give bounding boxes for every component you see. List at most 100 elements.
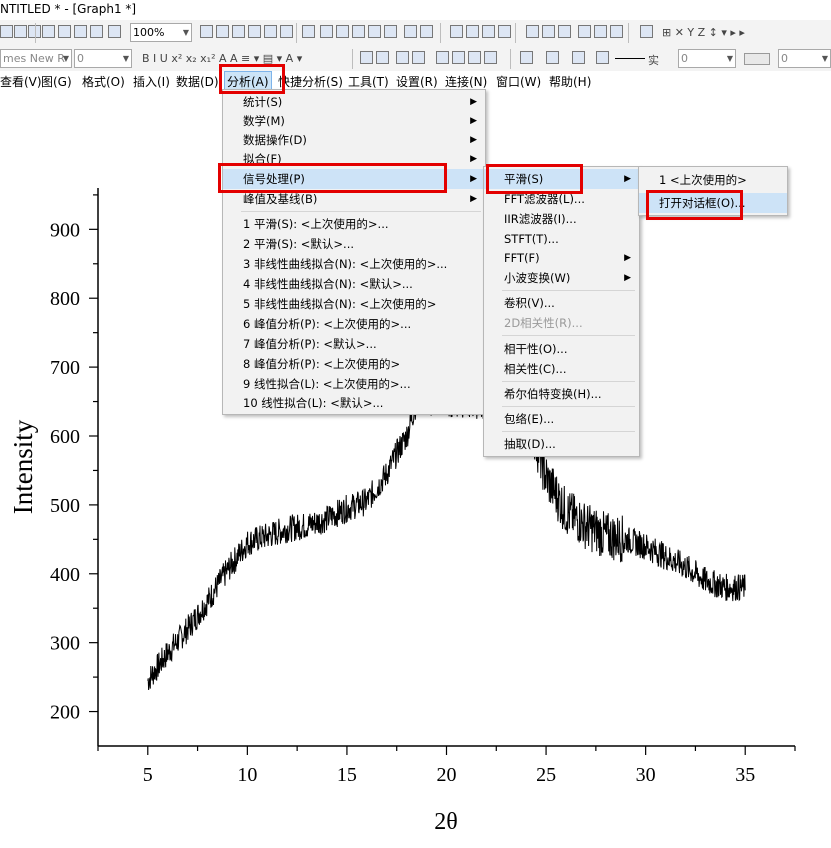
sort-icon[interactable] — [466, 25, 479, 38]
separator — [35, 23, 36, 43]
axis-buttons[interactable]: ⊞ ✕ Y Z ↕ ▾ ▸ ▸ — [662, 26, 745, 39]
signal-item-wavelet[interactable]: 小波变换(W) ▶ — [484, 268, 639, 288]
fill-tool-icon[interactable] — [546, 51, 559, 64]
line-width-combo[interactable]: 0 ▼ — [678, 49, 736, 68]
open-icon[interactable] — [42, 25, 55, 38]
x-tick-label: 25 — [536, 764, 556, 786]
results-log-icon[interactable] — [248, 25, 261, 38]
menu-insert[interactable]: 插入(I) — [133, 73, 170, 90]
font-combo[interactable]: mes New R ▼ — [0, 49, 72, 68]
stats-icon[interactable] — [482, 25, 495, 38]
signal-item-fft-filter[interactable]: FFT滤波器(L)... — [484, 189, 639, 209]
line-chart-icon[interactable] — [542, 25, 555, 38]
text-format-buttons[interactable]: B I U x² x₂ x₁² A A ≡ ▾ ▤ ▾ A ▾ — [142, 52, 302, 65]
filter-icon[interactable] — [578, 25, 591, 38]
signal-item-fft[interactable]: FFT(F) ▶ — [484, 248, 639, 268]
color-swatch[interactable] — [744, 53, 770, 65]
menu-help[interactable]: 帮助(H) — [549, 73, 591, 90]
extra-combo[interactable]: 0 ▼ — [778, 49, 831, 68]
signal-item-iir-filter[interactable]: IIR滤波器(I)... — [484, 209, 639, 229]
column-icon[interactable] — [498, 25, 511, 38]
signal-item-envelope[interactable]: 包络(E)... — [484, 409, 639, 429]
pen-icon[interactable] — [572, 51, 585, 64]
copy-page-icon[interactable] — [232, 25, 245, 38]
recent-item-3[interactable]: 3 非线性曲线拟合(N): <上次使用的>... — [223, 254, 485, 274]
new-project-icon[interactable] — [0, 25, 13, 38]
menu-quick-analysis[interactable]: 快捷分析(S) — [278, 73, 343, 90]
duplicate-icon[interactable] — [320, 25, 333, 38]
menu-item-label: FFT滤波器(L)... — [504, 192, 585, 206]
signal-item-coherence[interactable]: 相干性(O)... — [484, 339, 639, 359]
save-icon[interactable] — [74, 25, 87, 38]
analysis-item-data-manipulation[interactable]: 数据操作(D) ▶ — [223, 130, 485, 150]
project-explorer-icon[interactable] — [280, 25, 293, 38]
menu-item-label: 6 峰值分析(P): <上次使用的>... — [243, 317, 412, 331]
sum-icon[interactable] — [450, 25, 463, 38]
print-icon[interactable] — [200, 25, 213, 38]
separator — [515, 23, 516, 43]
fill-color-icon[interactable] — [360, 51, 373, 64]
menu-settings[interactable]: 设置(R) — [396, 73, 438, 90]
menu-graph[interactable]: 图(G) — [41, 73, 72, 90]
folder-icon[interactable] — [420, 25, 433, 38]
menu-tools[interactable]: 工具(T) — [348, 73, 389, 90]
recent-item-10[interactable]: 10 线性拟合(L): <默认>... — [223, 393, 485, 413]
scatter-icon[interactable] — [558, 25, 571, 38]
recent-item-9[interactable]: 9 线性拟合(L): <上次使用的>... — [223, 374, 485, 394]
zoom-combo[interactable]: 100% ▼ — [130, 23, 192, 42]
menu-data[interactable]: 数据(D) — [176, 73, 219, 90]
analysis-item-peaks-baseline[interactable]: 峰值及基线(B) ▶ — [223, 189, 485, 209]
font-size-combo[interactable]: 0 ▼ — [74, 49, 132, 68]
marker-icon[interactable] — [596, 51, 609, 64]
add-window-icon[interactable] — [404, 25, 417, 38]
signal-item-stft[interactable]: STFT(T)... — [484, 229, 639, 249]
pattern-icon[interactable] — [396, 51, 409, 64]
border-color-icon[interactable] — [376, 51, 389, 64]
analysis-item-math[interactable]: 数学(M) ▶ — [223, 111, 485, 131]
symbol-icon[interactable] — [452, 51, 465, 64]
menu-format[interactable]: 格式(O) — [82, 73, 125, 90]
line-color-icon[interactable] — [412, 51, 425, 64]
recent-item-1[interactable]: 1 平滑(S): <上次使用的>... — [223, 214, 485, 234]
recent-item-7[interactable]: 7 峰值分析(P): <默认>... — [223, 334, 485, 354]
histogram-icon[interactable] — [640, 25, 653, 38]
save-template-icon[interactable] — [90, 25, 103, 38]
line-style-label[interactable]: 实 — [648, 52, 659, 68]
line-tool-icon[interactable] — [520, 51, 533, 64]
menu-window[interactable]: 窗口(W) — [496, 73, 541, 90]
data-reader-icon[interactable] — [610, 25, 623, 38]
rotate-icon[interactable] — [468, 51, 481, 64]
import-icon[interactable] — [108, 25, 121, 38]
open-template-icon[interactable] — [58, 25, 71, 38]
signal-item-smooth[interactable]: 平滑(S) ▶ — [484, 169, 639, 189]
refresh-icon[interactable] — [302, 25, 315, 38]
recent-item-4[interactable]: 4 非线性曲线拟合(N): <默认>... — [223, 274, 485, 294]
analysis-item-statistics[interactable]: 统计(S) ▶ — [223, 92, 485, 112]
menu-connect[interactable]: 连接(N) — [445, 73, 487, 90]
export-icon[interactable] — [216, 25, 229, 38]
recent-item-6[interactable]: 6 峰值分析(P): <上次使用的>... — [223, 314, 485, 334]
x-tick-label: 20 — [437, 764, 457, 786]
brush-icon[interactable] — [484, 51, 497, 64]
recent-item-8[interactable]: 8 峰值分析(P): <上次使用的> — [223, 354, 485, 374]
layout-icon[interactable] — [368, 25, 381, 38]
recent-item-5[interactable]: 5 非线性曲线拟合(N): <上次使用的> — [223, 294, 485, 314]
smooth-item-open-dialog[interactable]: 打开对话框(O)... — [639, 193, 787, 213]
mask-icon[interactable] — [594, 25, 607, 38]
analysis-item-fitting[interactable]: 拟合(F) ▶ — [223, 149, 485, 169]
bar-chart-icon[interactable] — [526, 25, 539, 38]
signal-item-convolution[interactable]: 卷积(V)... — [484, 293, 639, 313]
signal-item-hilbert[interactable]: 希尔伯特变换(H)... — [484, 384, 639, 404]
notes-icon[interactable] — [384, 25, 397, 38]
signal-item-correlation[interactable]: 相关性(C)... — [484, 359, 639, 379]
code-builder-icon[interactable] — [264, 25, 277, 38]
image-icon[interactable] — [352, 25, 365, 38]
analysis-item-signal-processing[interactable]: 信号处理(P) ▶ — [223, 169, 485, 189]
command-window-icon[interactable] — [336, 25, 349, 38]
signal-item-decimate[interactable]: 抽取(D)... — [484, 434, 639, 454]
menu-view[interactable]: 查看(V) — [0, 73, 42, 90]
plot-icon[interactable] — [436, 51, 449, 64]
recent-item-2[interactable]: 2 平滑(S): <默认>... — [223, 234, 485, 254]
smooth-item-last-used[interactable]: 1 <上次使用的> — [639, 170, 787, 190]
new-workbook-icon[interactable] — [14, 25, 27, 38]
